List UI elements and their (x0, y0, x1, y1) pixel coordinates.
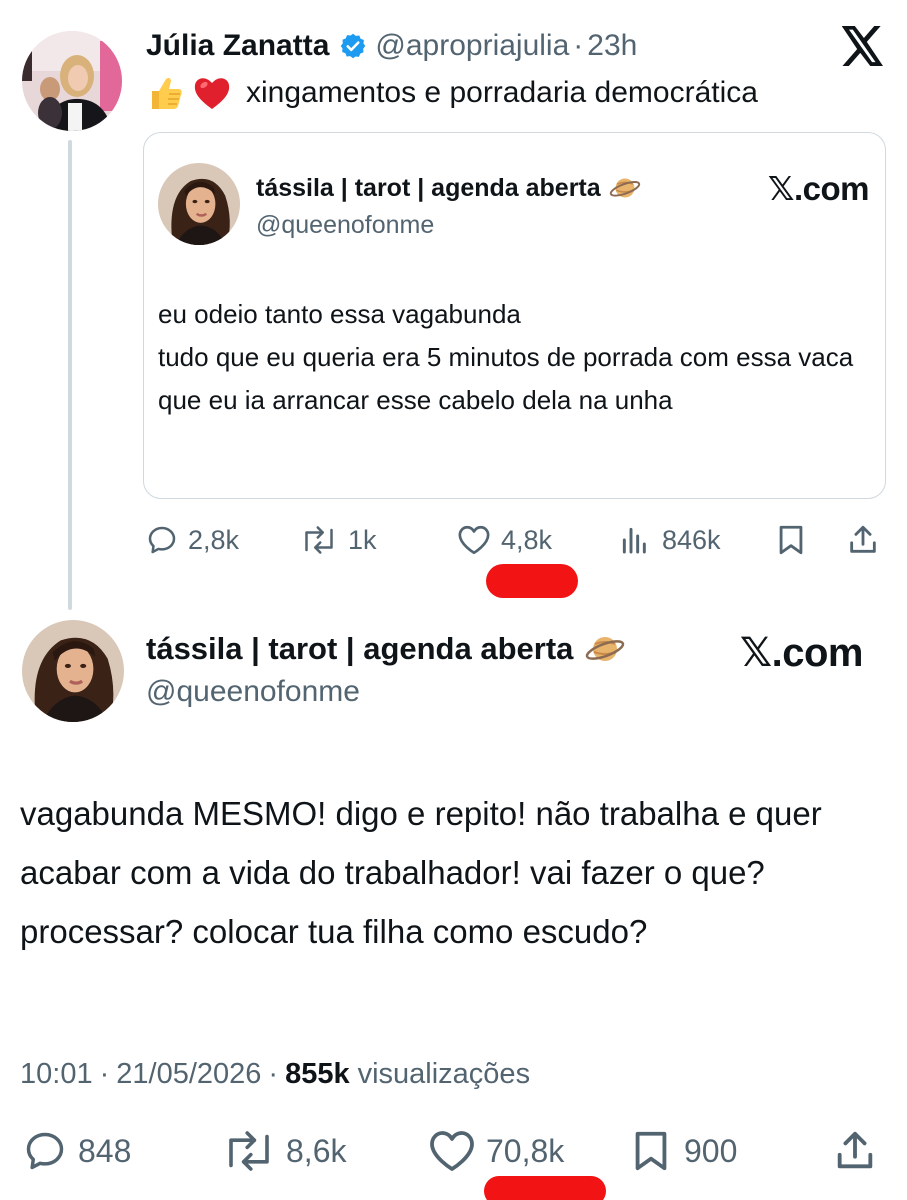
main-author-handle[interactable]: @queenofonme (146, 675, 360, 709)
main-author-name-text: tássila | tarot | agenda aberta (146, 631, 574, 666)
like-count: 70,8k (486, 1132, 565, 1169)
quoted-tweet-body: eu odeio tanto essa vagabunda tudo que e… (158, 293, 873, 422)
top-tweet-header: Júlia Zanatta @apropriajulia · 23h (146, 26, 637, 66)
thumbs-up-icon (146, 73, 186, 113)
tweet-thread-screenshot: Júlia Zanatta @apropriajulia · 23h xinga… (0, 0, 907, 1200)
repost-icon (305, 526, 333, 554)
top-tweet-text: xingamentos e porradaria democrática (146, 71, 758, 115)
heart-icon (430, 1131, 474, 1171)
verified-badge-icon (341, 33, 366, 59)
quoted-author-handle[interactable]: @queenofonme (256, 211, 434, 240)
quoted-author-name[interactable]: tássila | tarot | agenda aberta (256, 173, 641, 203)
author-handle[interactable]: @apropriajulia (375, 29, 569, 63)
repost-button[interactable]: 1k (300, 525, 377, 556)
views-button[interactable]: 846k (618, 524, 721, 556)
bookmark-icon (779, 525, 803, 555)
tweet-time[interactable]: 10:01 (20, 1058, 93, 1091)
main-author-name[interactable]: tássila | tarot | agenda aberta (146, 630, 625, 668)
x-com-watermark-large: 𝕏.com (739, 631, 864, 675)
repost-count: 8,6k (286, 1132, 347, 1169)
author-name[interactable]: Júlia Zanatta (146, 29, 329, 63)
share-icon (850, 525, 876, 553)
views-count: 846k (662, 524, 721, 555)
top-tweet-action-bar: 2,8k 1k 4,8k 846k (0, 520, 907, 560)
tweet-time[interactable]: 23h (587, 29, 637, 63)
share-button[interactable] (846, 523, 880, 557)
tassila-avatar[interactable] (158, 163, 240, 245)
julia-avatar[interactable] (22, 31, 122, 131)
bookmark-button[interactable]: 900 (628, 1128, 737, 1174)
tweet-date[interactable]: 21/05/2026 (116, 1058, 261, 1091)
tweet-meta: 10:01 · 21/05/2026 · 855k visualizações (20, 1055, 530, 1093)
reply-count: 2,8k (188, 524, 240, 555)
bookmark-icon (635, 1131, 667, 1171)
quoted-tweet-card[interactable]: tássila | tarot | agenda aberta @queenof… (143, 132, 886, 499)
reply-button[interactable]: 848 (22, 1129, 131, 1173)
x-logo-icon[interactable] (841, 26, 885, 66)
separator-dot: · (99, 1057, 110, 1090)
views-label: visualizações (357, 1057, 531, 1090)
bookmark-count: 900 (684, 1132, 738, 1169)
like-button[interactable]: 70,8k (428, 1129, 564, 1173)
repost-count: 1k (348, 524, 377, 555)
ringed-planet-icon (609, 173, 641, 203)
heart-icon (458, 525, 490, 555)
reply-count: 848 (78, 1132, 132, 1169)
like-count: 4,8k (501, 524, 553, 555)
reply-icon (148, 526, 176, 554)
ringed-planet-icon (585, 630, 625, 668)
reply-button[interactable]: 2,8k (146, 524, 239, 556)
main-tweet-action-bar: 848 8,6k 70,8k 900 (0, 1128, 907, 1174)
tweet-text: xingamentos e porradaria democrática (246, 76, 758, 109)
redaction-mark (486, 564, 578, 598)
bookmark-button[interactable] (774, 523, 808, 557)
share-button[interactable] (832, 1128, 878, 1174)
like-button[interactable]: 4,8k (457, 524, 552, 556)
reply-icon (26, 1132, 64, 1170)
quoted-body-text: eu odeio tanto essa vagabunda tudo que e… (158, 299, 854, 415)
repost-button[interactable]: 8,6k (222, 1129, 346, 1173)
main-tweet-body: vagabunda MESMO! digo e repito! não trab… (20, 795, 822, 950)
views-total: 855k (285, 1057, 350, 1090)
x-com-watermark: 𝕏.com (767, 170, 870, 207)
tassila-avatar-large[interactable] (22, 620, 124, 722)
share-icon (837, 1131, 873, 1169)
views-chart-icon (622, 527, 646, 554)
redaction-mark (484, 1176, 606, 1200)
quoted-author-name-text: tássila | tarot | agenda aberta (256, 173, 601, 202)
separator-dot: · (268, 1057, 279, 1090)
repost-icon (229, 1131, 269, 1171)
red-heart-icon (192, 73, 232, 113)
separator-dot: · (573, 29, 584, 62)
